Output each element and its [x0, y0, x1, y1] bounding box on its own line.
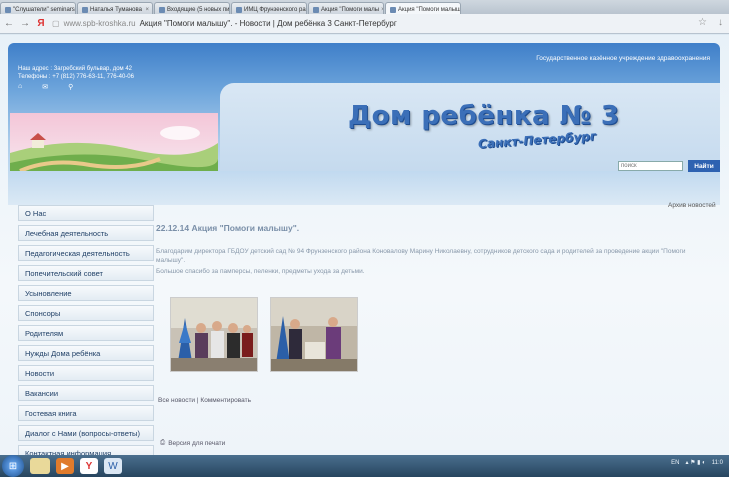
tab-label: "Слушатели" seminars [13, 6, 75, 13]
bookmark-star-icon[interactable]: ☆ [698, 17, 707, 28]
language-indicator[interactable]: EN [671, 460, 679, 466]
yandex-browser-icon[interactable]: Y [80, 458, 98, 474]
tab-favicon-icon [313, 6, 319, 13]
header-icons: ⌂ ✉ ⚲ [18, 83, 73, 91]
back-arrow-icon[interactable]: ← [4, 18, 14, 29]
tray-icons[interactable]: ▴ ⚑ ▮ ◐ [685, 459, 705, 466]
browser-tab[interactable]: Акция "Помоги малы× [308, 2, 384, 14]
banner-landscape-image [10, 113, 218, 171]
browser-toolbar: ← → Я ▢ www.spb-kroshka.ru Акция "Помоги… [0, 14, 729, 34]
address-domain: www.spb-kroshka.ru [63, 19, 136, 28]
sidebar-item[interactable]: Контактная информация [18, 445, 154, 455]
browser-tab[interactable]: Входящие (5 новых пис× [154, 2, 230, 14]
sidebar-nav: О Нас Лечебная деятельность Педагогическая… [18, 205, 154, 455]
tab-favicon-icon [390, 6, 396, 13]
windows-taskbar: ⊞ ▶ Y W EN ▴ ⚑ ▮ ◐ 11:0 [0, 455, 729, 477]
start-button[interactable]: ⊞ [2, 455, 24, 477]
news-paragraph: Большое спасибо за памперсы, пеленки, пр… [156, 268, 365, 275]
clock[interactable]: 11:0 [712, 460, 723, 466]
home-icon[interactable]: ⌂ [18, 83, 22, 91]
comment-link[interactable]: Комментировать [200, 397, 251, 404]
tab-favicon-icon [236, 6, 242, 13]
tab-label: Акция "Помоги малы [321, 6, 380, 13]
tab-label: ИМЦ Фрунзенского ра [244, 6, 306, 13]
web-page: Наш адрес : Загребский бульвар, дом 42 Т… [0, 35, 729, 455]
word-document-icon[interactable]: W [104, 458, 122, 474]
search-button[interactable]: Найти [688, 160, 720, 172]
news-links: Все новости | Комментировать [158, 397, 251, 404]
news-photo[interactable] [170, 297, 258, 372]
tab-label: Наталья Туманова [90, 6, 142, 13]
sidebar-item[interactable]: Новости [18, 365, 154, 381]
contact-address: Наш адрес : Загребский бульвар, дом 42 Т… [18, 65, 134, 81]
sidebar-item[interactable]: Родителям [18, 325, 154, 341]
sidebar-item[interactable]: Спонсоры [18, 305, 154, 321]
sidebar-item[interactable]: Диалог с Нами (вопросы-ответы) [18, 425, 154, 441]
search-input[interactable] [618, 161, 683, 171]
browser-tab[interactable]: Наталья Туманова × [77, 2, 153, 14]
download-icon[interactable]: ↓ [718, 17, 723, 28]
print-version-link[interactable]: ⎙ Версия для печати [160, 439, 225, 447]
printer-icon: ⎙ [160, 439, 166, 446]
yandex-icon[interactable]: Я [36, 18, 46, 29]
news-paragraph: Благодарим директора ГБДОУ детский сад №… [156, 248, 686, 264]
news-photo[interactable] [270, 297, 358, 372]
address-bar[interactable]: ▢ www.spb-kroshka.ru Акция "Помоги малыш… [52, 19, 397, 28]
sidebar-item[interactable]: Педагогическая деятельность [18, 245, 154, 261]
news-archive-link[interactable]: Архив новостей [668, 202, 716, 209]
browser-tab[interactable]: Акция "Помоги малыш× [385, 2, 461, 14]
all-news-link[interactable]: Все новости [158, 397, 195, 404]
sidebar-item[interactable]: Нужды Дома ребёнка [18, 345, 154, 361]
media-player-icon[interactable]: ▶ [56, 458, 74, 474]
print-version-label: Версия для печати [168, 439, 226, 447]
link-separator: | [196, 397, 199, 404]
news-title: 22.12.14 Акция "Помоги малышу". [156, 223, 300, 233]
system-tray: EN ▴ ⚑ ▮ ◐ 11:0 [671, 459, 723, 467]
sidebar-item[interactable]: Вакансии [18, 385, 154, 401]
address-line: Наш адрес : Загребский бульвар, дом 42 [18, 66, 133, 72]
sidebar-item[interactable]: О Нас [18, 205, 154, 221]
sidebar-item[interactable]: Попечительский совет [18, 265, 154, 281]
file-explorer-icon[interactable] [30, 458, 50, 474]
browser-tab-strip: "Слушатели" seminars×Наталья Туманова×Вх… [0, 0, 729, 14]
sidebar-item[interactable]: Лечебная деятельность [18, 225, 154, 241]
sitemap-icon[interactable]: ⚲ [68, 83, 73, 91]
tab-close-icon[interactable]: × [145, 7, 149, 13]
tab-label: Входящие (5 новых пис [167, 6, 230, 13]
tab-favicon-icon [159, 6, 165, 13]
mail-icon[interactable]: ✉ [42, 83, 48, 91]
browser-tab[interactable]: ИМЦ Фрунзенского ра× [231, 2, 307, 14]
phone-line: Телефоны : +7 (812) 776-63-11, 776-40-06 [18, 74, 134, 80]
news-body: Благодарим директора ГБДОУ детский сад №… [156, 247, 701, 276]
tab-favicon-icon [82, 6, 88, 13]
browser-tab[interactable]: "Слушатели" seminars× [0, 2, 76, 14]
site-title: Дом ребёнка № 3 [348, 101, 620, 131]
organization-name: Государственное казённое учреждение здра… [536, 55, 710, 62]
page-icon: ▢ [52, 19, 60, 28]
sidebar-item[interactable]: Усыновление [18, 285, 154, 301]
tab-favicon-icon [5, 6, 11, 13]
site-header: Наш адрес : Загребский бульвар, дом 42 Т… [8, 43, 720, 205]
sidebar-item[interactable]: Гостевая книга [18, 405, 154, 421]
forward-arrow-icon[interactable]: → [20, 18, 30, 29]
address-page-title: Акция "Помоги малышу". - Новости | Дом р… [139, 19, 397, 28]
tab-label: Акция "Помоги малыш [398, 6, 461, 13]
tab-close-icon[interactable]: × [381, 7, 383, 13]
